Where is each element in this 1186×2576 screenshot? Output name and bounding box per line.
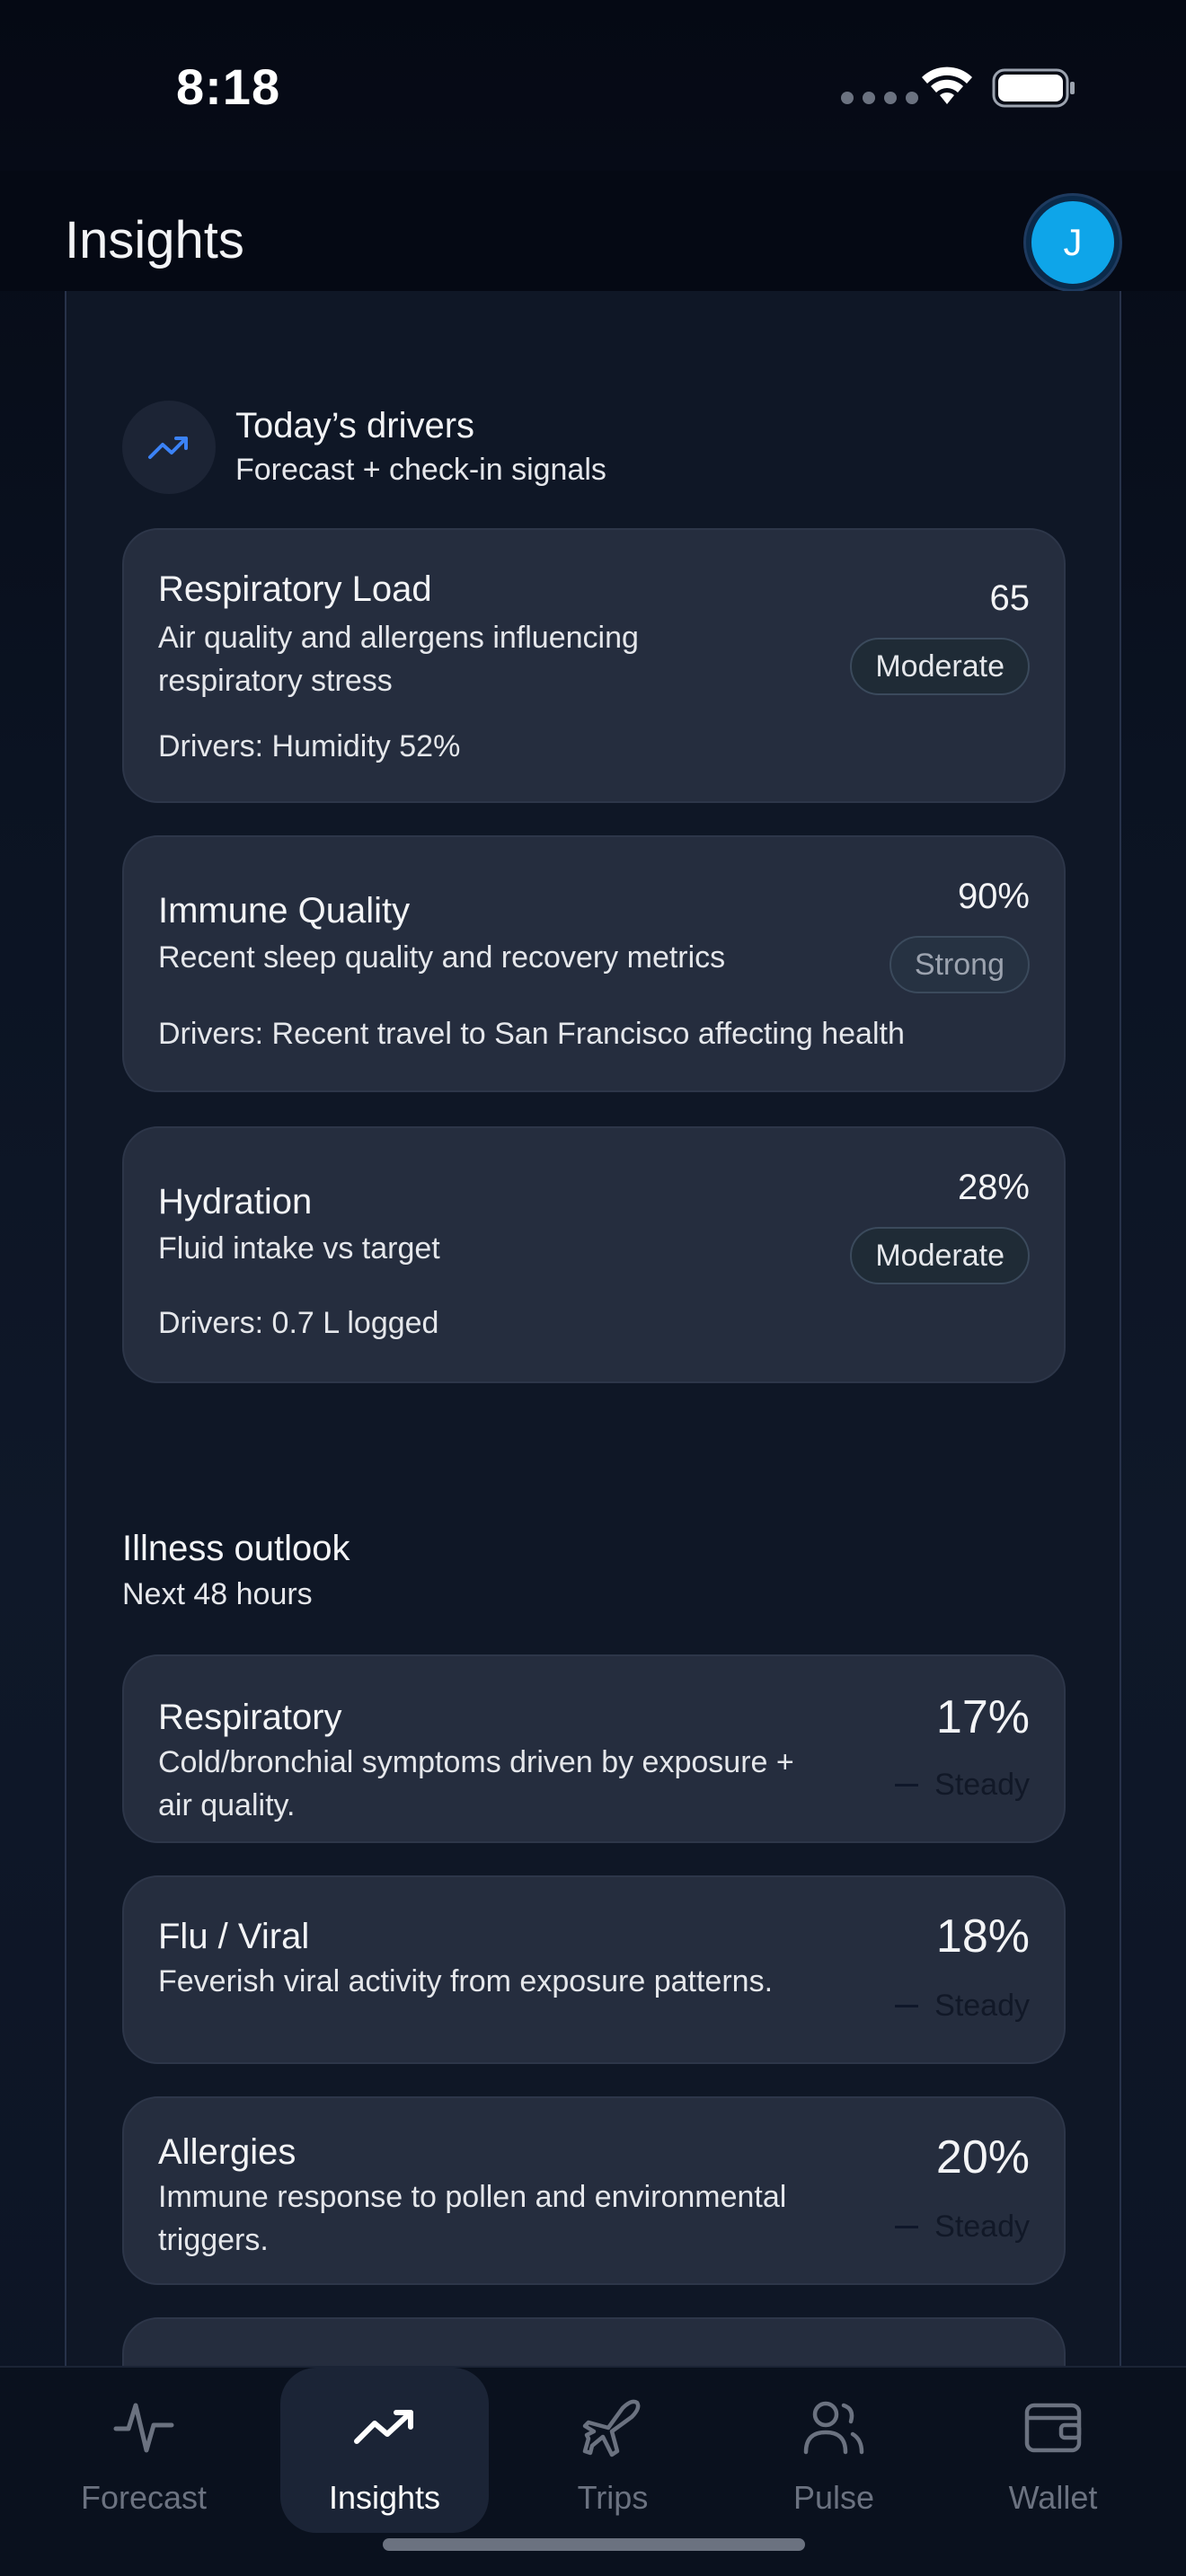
- avatar[interactable]: J: [1026, 196, 1120, 289]
- outlook-card-flu-viral[interactable]: Flu / Viral Feverish viral activity from…: [122, 1875, 1066, 2064]
- driver-card-hydration[interactable]: Hydration Fluid intake vs target Drivers…: [122, 1126, 1066, 1383]
- app-header: Insights J: [0, 171, 1186, 291]
- pulse-icon: [110, 2393, 178, 2461]
- users-icon: [800, 2393, 868, 2461]
- outlook-subtitle: Next 48 hours: [122, 1577, 313, 1611]
- drivers-subtitle: Forecast + check-in signals: [235, 453, 606, 487]
- outlook-title: Illness outlook: [122, 1529, 350, 1568]
- risk-value: 17%: [935, 1691, 1030, 1743]
- battery-icon: [992, 68, 1075, 108]
- outlook-card-respiratory[interactable]: Respiratory Cold/bronchial symptoms driv…: [122, 1654, 1066, 1843]
- status-time: 8:18: [176, 58, 281, 115]
- trending-up-icon: [122, 401, 216, 494]
- card-title: Allergies: [158, 2132, 296, 2172]
- status-badge: Moderate: [850, 1227, 1030, 1284]
- card-description: Recent sleep quality and recovery metric…: [158, 940, 726, 975]
- driver-card-immune-quality[interactable]: Immune Quality Recent sleep quality and …: [122, 835, 1066, 1092]
- card-description-line: Air quality and allergens influencing: [158, 621, 639, 655]
- card-value: 65: [989, 578, 1031, 618]
- tab-trips[interactable]: Trips: [509, 2368, 717, 2547]
- card-description: Immune response to pollen and environmen…: [158, 2175, 786, 2262]
- tab-label: Trips: [577, 2479, 649, 2516]
- tab-pulse[interactable]: Pulse: [730, 2368, 938, 2547]
- card-description: Cold/bronchial symptoms driven by exposu…: [158, 1741, 794, 1827]
- tab-forecast[interactable]: Forecast: [40, 2368, 248, 2547]
- tab-label: Wallet: [1008, 2479, 1098, 2516]
- tab-insights[interactable]: Insights: [280, 2368, 489, 2533]
- dash-icon: [895, 2226, 919, 2228]
- card-title: Respiratory: [158, 1698, 342, 1737]
- card-title: Hydration: [158, 1182, 313, 1222]
- card-drivers: Drivers: Recent travel to San Francisco …: [158, 1017, 905, 1051]
- outlook-card-allergies[interactable]: Allergies Immune response to pollen and …: [122, 2096, 1066, 2285]
- trend-indicator: Steady: [895, 1768, 1030, 1803]
- trend-label: Steady: [934, 1768, 1030, 1802]
- risk-value: 20%: [935, 2131, 1030, 2183]
- status-bar: 8:18: [0, 0, 1186, 171]
- drivers-section-header: Today’s drivers Forecast + check-in sign…: [122, 401, 841, 499]
- trend-indicator: Steady: [895, 2210, 1030, 2245]
- card-value: 28%: [957, 1168, 1030, 1207]
- card-drivers: Drivers: Humidity 52%: [158, 729, 461, 763]
- status-badge: Moderate: [850, 638, 1030, 695]
- card-title: Flu / Viral: [158, 1917, 310, 1956]
- card-description: Feverish viral activity from exposure pa…: [158, 1964, 774, 1998]
- insights-panel[interactable]: Today’s drivers Forecast + check-in sign…: [65, 291, 1121, 2425]
- dash-icon: [895, 1784, 919, 1786]
- page-title: Insights: [65, 211, 244, 269]
- home-indicator[interactable]: [383, 2538, 805, 2551]
- trend-label: Steady: [934, 1989, 1030, 2023]
- drivers-title: Today’s drivers: [235, 406, 475, 446]
- tab-label: Insights: [328, 2479, 441, 2516]
- trending-up-icon: [350, 2393, 419, 2461]
- card-description: Fluid intake vs target: [158, 1231, 440, 1266]
- card-title: Immune Quality: [158, 891, 411, 931]
- card-description-line: air quality.: [158, 1788, 296, 1822]
- wallet-icon: [1019, 2393, 1087, 2461]
- cellular-signal-icon: [841, 92, 918, 104]
- tab-label: Forecast: [80, 2479, 208, 2516]
- risk-value: 18%: [935, 1910, 1030, 1963]
- card-value: 90%: [957, 877, 1030, 916]
- trend-label: Steady: [934, 2210, 1030, 2244]
- card-description-line: triggers.: [158, 2223, 269, 2257]
- card-description: Air quality and allergens influencing re…: [158, 616, 639, 702]
- card-drivers: Drivers: 0.7 L logged: [158, 1306, 439, 1340]
- tab-wallet[interactable]: Wallet: [949, 2368, 1157, 2547]
- trend-indicator: Steady: [895, 1989, 1030, 2024]
- card-title: Respiratory Load: [158, 569, 432, 609]
- card-description-line: respiratory stress: [158, 664, 393, 698]
- status-badge: Strong: [889, 936, 1030, 993]
- card-description-line: Immune response to pollen and environmen…: [158, 2180, 787, 2214]
- wifi-icon: [922, 66, 972, 104]
- driver-card-respiratory-load[interactable]: Respiratory Load Air quality and allerge…: [122, 528, 1066, 803]
- card-description-line: Cold/bronchial symptoms driven by exposu…: [158, 1745, 794, 1779]
- tab-label: Pulse: [792, 2479, 875, 2516]
- plane-icon: [579, 2393, 647, 2461]
- dash-icon: [895, 2005, 919, 2007]
